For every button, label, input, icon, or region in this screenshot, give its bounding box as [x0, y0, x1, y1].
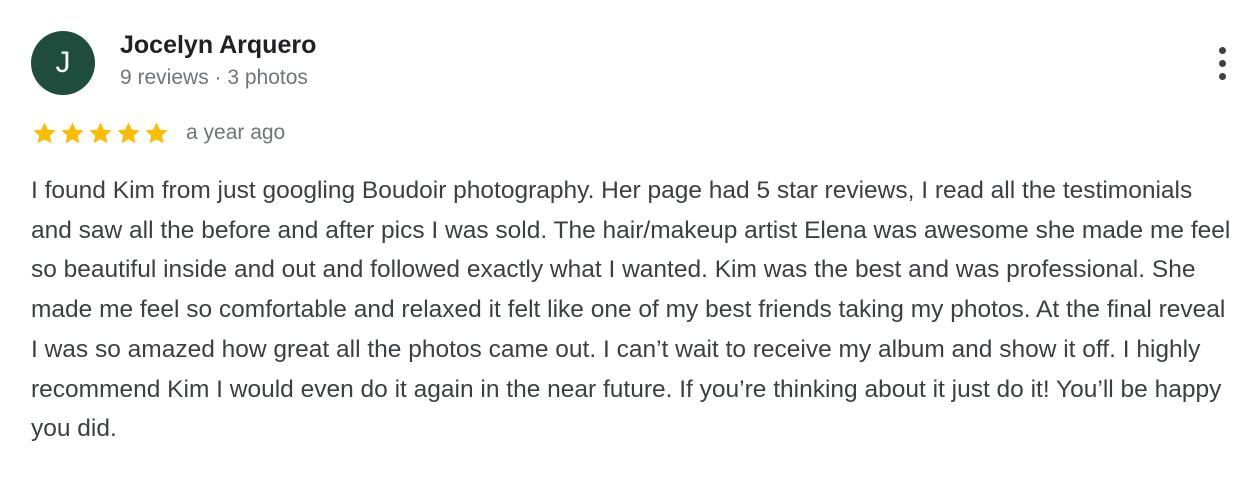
- review-card: J Jocelyn Arquero 9 reviews · 3 photos a…: [0, 0, 1258, 478]
- more-vert-icon: [1218, 46, 1226, 54]
- review-text: I found Kim from just googling Boudoir p…: [31, 177, 1231, 443]
- star-icon: [89, 121, 112, 143]
- star-rating: [31, 120, 170, 147]
- author-name[interactable]: Jocelyn Arquero: [120, 31, 316, 60]
- more-vert-icon-dot: [1218, 72, 1226, 80]
- review-timestamp: a year ago: [186, 121, 286, 144]
- star-icon: [117, 121, 140, 143]
- more-vert-icon-dot: [1218, 59, 1226, 67]
- star-icon: [61, 121, 84, 143]
- star-icon: [33, 121, 56, 143]
- rating-row: a year ago: [31, 118, 285, 148]
- more-options-button[interactable]: [1204, 40, 1240, 86]
- author-meta[interactable]: 9 reviews · 3 photos: [120, 66, 308, 90]
- avatar[interactable]: J: [31, 31, 95, 95]
- avatar-initial: J: [55, 46, 71, 79]
- star-icon: [145, 121, 168, 143]
